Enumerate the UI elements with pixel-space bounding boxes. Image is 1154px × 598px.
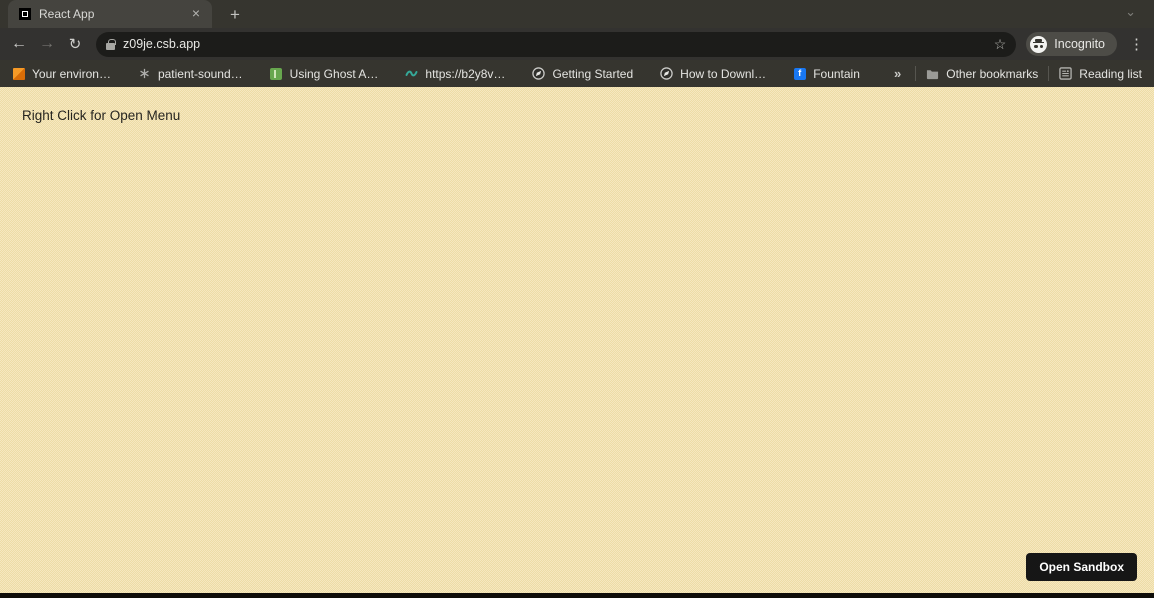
incognito-label: Incognito	[1054, 37, 1105, 51]
back-button[interactable]: ←	[6, 31, 32, 57]
address-bar[interactable]: z09je.csb.app ☆	[96, 31, 1017, 57]
tab-title: React App	[39, 7, 95, 21]
folder-icon	[926, 67, 939, 80]
window-chevron-down-icon[interactable]: ⌄	[1125, 4, 1136, 20]
bookmark-star-icon[interactable]: ☆	[994, 36, 1007, 53]
tab-react-app[interactable]: React App ×	[8, 0, 212, 28]
browser-menu-button[interactable]: ⋮	[1129, 35, 1144, 53]
facebook-f-icon: f	[793, 67, 806, 80]
secure-lock-icon[interactable]	[106, 38, 116, 50]
window-bottom-edge	[0, 593, 1154, 598]
incognito-badge: Incognito	[1026, 32, 1117, 56]
divider	[1048, 66, 1050, 81]
reading-list-button[interactable]: Reading list	[1059, 67, 1142, 81]
bookmark-b2y8v[interactable]: https://b2y8v…	[405, 67, 505, 81]
new-tab-button[interactable]: +	[226, 6, 244, 23]
cube-icon	[12, 67, 25, 80]
browser-window: React App × + ⌄ ← → ↻ z09je.csb.app ☆ In…	[0, 0, 1154, 598]
bookmark-items: Your environ… patient-sound… Using Ghost…	[12, 67, 894, 81]
bookmarks-bar: Your environ… patient-sound… Using Ghost…	[0, 60, 1154, 87]
bookmark-using-ghost[interactable]: Using Ghost A…	[270, 67, 378, 81]
reload-button[interactable]: ↻	[62, 31, 88, 57]
wave-icon	[405, 67, 418, 80]
bookmarks-bar-right: » Other bookmarks Reading list	[894, 66, 1142, 81]
bookmark-how-to-downl[interactable]: How to Downl…	[660, 67, 766, 81]
globe-icon	[660, 67, 673, 80]
page-content[interactable]: Right Click for Open Menu Open Sandbox	[0, 87, 1154, 593]
page-message: Right Click for Open Menu	[22, 108, 181, 123]
toolbar: ← → ↻ z09je.csb.app ☆ Incognito ⋮	[0, 28, 1154, 60]
incognito-icon	[1030, 35, 1048, 53]
tab-close-icon[interactable]: ×	[188, 6, 204, 22]
bookmark-patient-sound[interactable]: patient-sound…	[138, 67, 243, 81]
url-text[interactable]: z09je.csb.app	[123, 37, 986, 51]
tab-strip: React App × + ⌄	[0, 0, 1154, 28]
bookmark-your-environ[interactable]: Your environ…	[12, 67, 111, 81]
globe-icon	[532, 67, 546, 80]
open-sandbox-button[interactable]: Open Sandbox	[1026, 553, 1137, 581]
reading-list-icon	[1059, 67, 1073, 80]
divider	[915, 66, 917, 81]
bookmark-fountain[interactable]: f Fountain	[793, 67, 860, 81]
bookmarks-overflow-button[interactable]: »	[894, 66, 901, 81]
bookmark-getting-started[interactable]: Getting Started	[532, 67, 633, 81]
asterisk-icon	[138, 67, 151, 80]
forward-button[interactable]: →	[34, 31, 60, 57]
green-square-icon	[270, 67, 283, 80]
codesandbox-favicon-icon	[19, 8, 31, 20]
other-bookmarks-button[interactable]: Other bookmarks	[926, 67, 1038, 81]
